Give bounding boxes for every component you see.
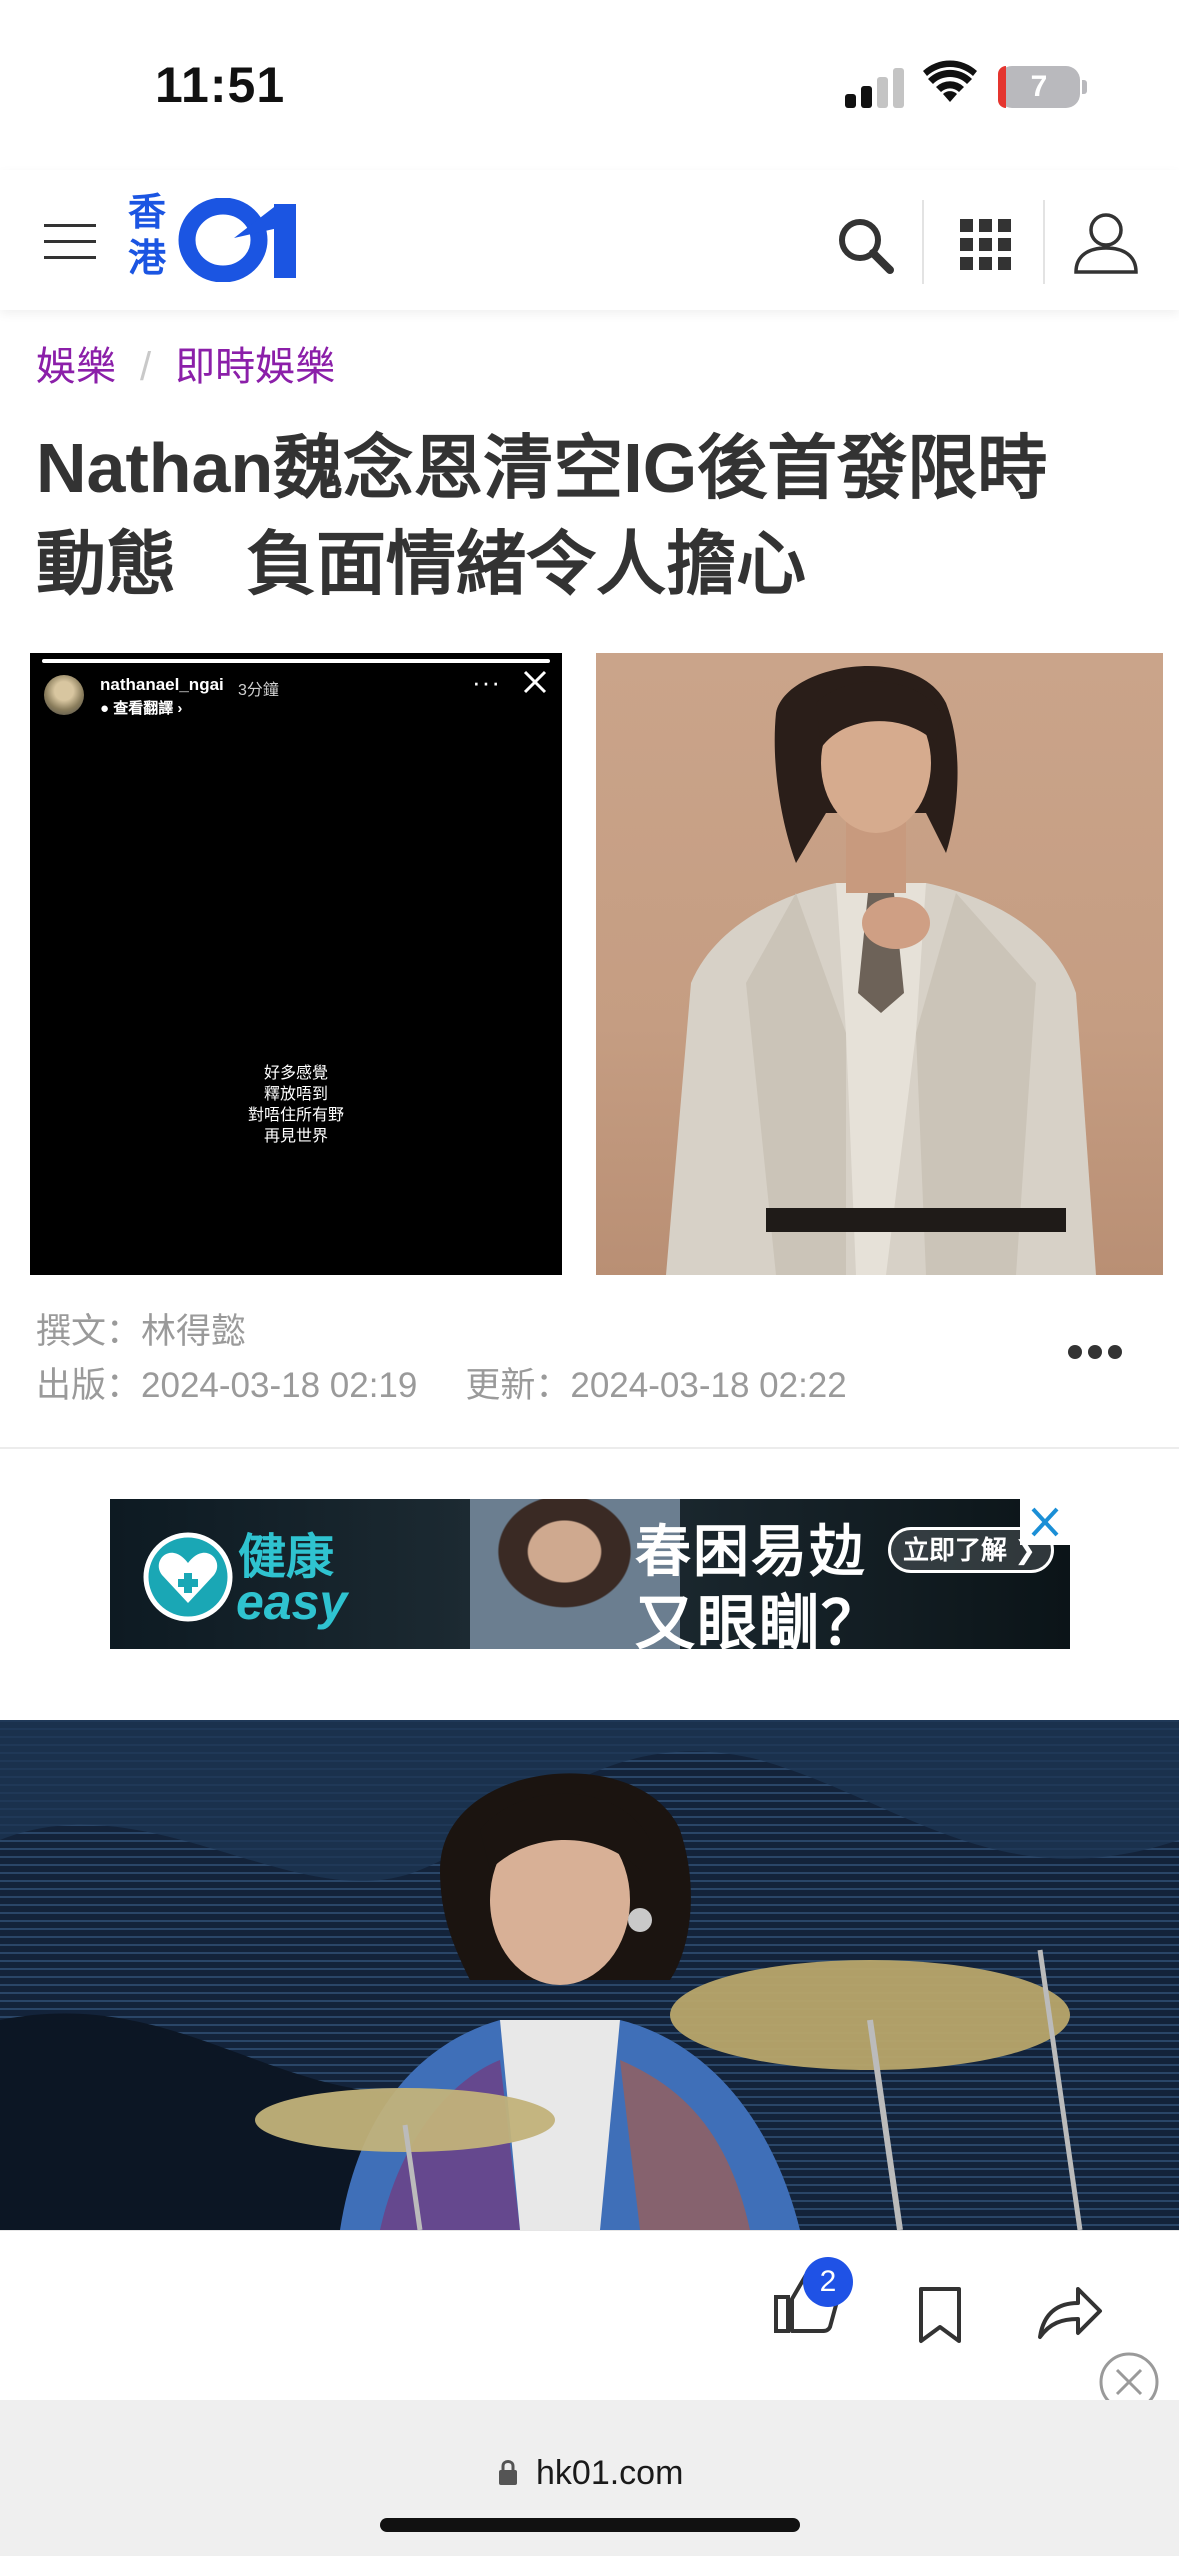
author-label: 撰文： (36, 1312, 142, 1351)
ad-cta-label: 立即了解 (903, 1535, 1008, 1565)
ad-brand-logo: 健康 easy (140, 1511, 370, 1637)
ad-brand-line2: easy (236, 1574, 348, 1630)
breadcrumb-subcategory[interactable]: 即時娛樂 (175, 345, 335, 389)
breadcrumb: 娛樂 / 即時娛樂 (36, 334, 335, 389)
wifi-icon (923, 60, 977, 102)
story-progress-bar (42, 659, 550, 663)
concert-illustration (0, 1720, 1179, 2230)
header-divider (922, 200, 924, 284)
story-translate-text: 查看翻譯 › (113, 700, 183, 717)
battery-level: 7 (1030, 70, 1048, 103)
like-count-badge: 2 (803, 2257, 853, 2307)
story-translate: ● 查看翻譯 › (100, 700, 183, 717)
portrait-photo[interactable] (596, 653, 1163, 1275)
instagram-story-image[interactable]: nathanael_ngai 3分鐘 ● 查看翻譯 › ··· 好多感覺 釋放唔… (30, 653, 562, 1275)
bottom-action-bar (0, 2230, 1179, 2400)
ad-headline2: 又眼瞓？ (635, 1590, 883, 1649)
ad-banner[interactable]: 健康 easy 春困易攰 又眼瞓？ 立即了解 ❯ (110, 1499, 1070, 1649)
share-icon[interactable] (1036, 2281, 1104, 2341)
search-icon[interactable] (830, 210, 900, 280)
portrait-illustration (666, 665, 1096, 1275)
menu-icon[interactable] (44, 218, 100, 262)
date-line: 出版：2024-03-18 02:19 更新：2024-03-18 02:22 (36, 1359, 847, 1413)
home-indicator[interactable] (380, 2518, 800, 2532)
hk01-logo[interactable]: 香港 (128, 190, 303, 290)
breadcrumb-separator: / (140, 345, 152, 389)
header-divider (1043, 200, 1045, 284)
story-line: 釋放唔到 (263, 1086, 328, 1103)
ad-close-icon[interactable] (1020, 1499, 1070, 1545)
battery-tip (1082, 80, 1087, 94)
published-label: 出版： (36, 1366, 142, 1405)
concert-photo[interactable] (0, 1720, 1179, 2230)
article-title-line2: 動態 負面情緒令人擔心 (36, 525, 806, 603)
story-avatar (44, 675, 84, 715)
story-close-icon (523, 670, 547, 694)
url-text[interactable]: hk01.com (500, 2454, 683, 2493)
logo-chinese: 香港 (128, 192, 167, 280)
published-date: 2024-03-18 02:19 (141, 1366, 418, 1405)
user-account-icon[interactable] (1070, 206, 1142, 278)
ad-heart-icon (143, 1532, 233, 1622)
updated-label: 更新： (465, 1366, 571, 1405)
story-text: 好多感覺 釋放唔到 對唔住所有野 再見世界 (30, 1063, 562, 1147)
story-line: 再見世界 (263, 1128, 328, 1145)
story-time: 3分鐘 (238, 682, 279, 699)
status-bar: 11:51 7 (0, 0, 1179, 170)
story-line: 對唔住所有野 (247, 1107, 344, 1124)
apps-grid-icon[interactable] (956, 215, 1016, 275)
cellular-signal-icon (845, 62, 905, 108)
breadcrumb-category[interactable]: 娛樂 (36, 345, 116, 389)
article-title: Nathan魏念恩清空IG後首發限時 動態 負面情緒令人擔心 (36, 420, 1146, 612)
updated-date: 2024-03-18 02:22 (570, 1366, 847, 1405)
story-more-icon: ··· (472, 667, 501, 697)
story-line: 好多感覺 (263, 1065, 328, 1082)
logo-01-mark (178, 198, 296, 282)
story-username: nathanael_ngai (100, 675, 224, 694)
status-time: 11:51 (155, 57, 286, 113)
author-line: 撰文：林得懿 (36, 1305, 847, 1359)
bookmark-icon[interactable] (915, 2285, 965, 2345)
battery-icon: 7 (998, 66, 1080, 108)
author-name[interactable]: 林得懿 (141, 1312, 246, 1351)
more-options-icon[interactable] (1068, 1345, 1122, 1361)
article-meta: 撰文：林得懿 出版：2024-03-18 02:19 更新：2024-03-18 … (36, 1305, 847, 1413)
site-header: 香港 (0, 170, 1179, 310)
section-divider (0, 1447, 1179, 1449)
article-title-line1: Nathan魏念恩清空IG後首發限時 (36, 429, 1048, 507)
browser-url-bar[interactable]: hk01.com (0, 2400, 1179, 2556)
